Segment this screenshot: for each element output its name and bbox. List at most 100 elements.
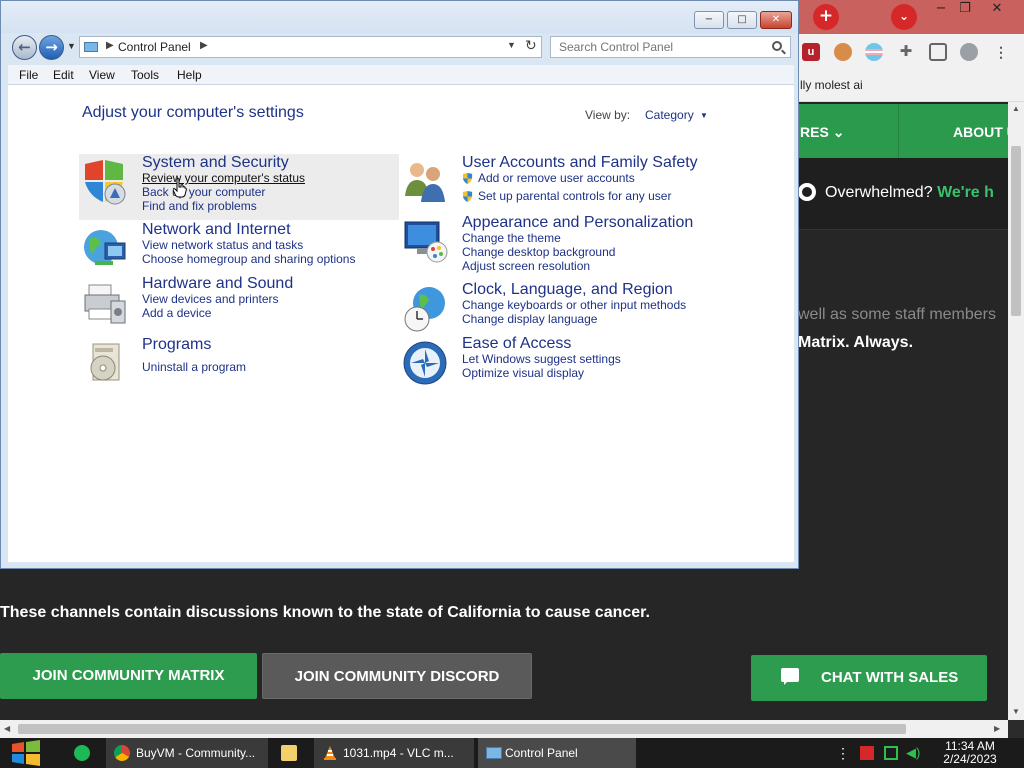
horizontal-scroll-thumb[interactable] [18, 724, 906, 734]
category-user-accounts[interactable]: User Accounts and Family Safety Add or r… [399, 154, 719, 216]
join-matrix-button[interactable]: JOIN COMMUNITY MATRIX [0, 653, 257, 699]
breadcrumb-chevron-icon[interactable]: ▶ [200, 40, 208, 51]
category-link[interactable]: Change desktop background [462, 245, 615, 259]
category-title[interactable]: Clock, Language, and Region [462, 281, 673, 299]
plus-icon[interactable]: + [813, 4, 839, 30]
category-title[interactable]: User Accounts and Family Safety [462, 154, 698, 172]
side-panel-icon[interactable] [929, 43, 947, 61]
category-link[interactable]: Uninstall a program [142, 360, 246, 374]
scroll-left-icon[interactable]: ◀ [4, 724, 10, 733]
back-button[interactable]: ← [12, 35, 37, 60]
category-programs[interactable]: Programs Uninstall a program [79, 336, 399, 398]
scroll-up-icon[interactable]: ▲ [1012, 104, 1020, 113]
category-link[interactable]: View devices and printers [142, 292, 279, 306]
vertical-scrollbar[interactable]: ▲ ▼ [1008, 102, 1024, 720]
window-titlebar[interactable]: − □ ✕ [1, 1, 798, 33]
taskbar-file-explorer[interactable] [272, 738, 308, 768]
maximize-button[interactable]: □ [727, 11, 757, 29]
taskbar-chrome[interactable]: BuyVM - Community... [106, 738, 268, 768]
minimize-button[interactable]: − [694, 11, 724, 29]
network-icon[interactable] [884, 746, 898, 760]
close-button[interactable]: ✕ [760, 11, 792, 29]
menu-file[interactable]: File [19, 68, 38, 82]
control-panel-content: Adjust your computer's settings View by:… [8, 85, 794, 562]
forward-button[interactable]: → [39, 35, 64, 60]
category-link[interactable]: Add a device [142, 306, 211, 320]
category-link[interactable]: Change display language [462, 312, 597, 326]
category-ease-of-access[interactable]: Ease of Access Let Windows suggest setti… [399, 335, 719, 397]
menu-help[interactable]: Help [177, 68, 202, 82]
category-title[interactable]: Programs [142, 336, 211, 354]
category-title[interactable]: System and Security [142, 154, 289, 172]
category-link[interactable]: Optimize visual display [462, 366, 584, 380]
refresh-icon[interactable]: ↻ [525, 38, 537, 54]
action-center-flag-icon[interactable] [860, 746, 874, 760]
category-link[interactable]: Change keyboards or other input methods [462, 298, 686, 312]
chevron-down-icon[interactable]: ▼ [700, 111, 708, 120]
chrome-close-button[interactable]: ✕ [982, 0, 1012, 20]
category-system-security[interactable]: System and Security Review your computer… [79, 154, 399, 220]
menu-bar: File Edit View Tools Help [8, 65, 794, 85]
category-clock-language-region[interactable]: Clock, Language, and Region Change keybo… [399, 281, 719, 343]
profile-icon[interactable] [960, 43, 978, 61]
menu-edit[interactable]: Edit [53, 68, 74, 82]
category-link[interactable]: Choose homegroup and sharing options [142, 252, 355, 266]
nav-divider [898, 104, 899, 158]
menu-view[interactable]: View [89, 68, 115, 82]
address-dropdown-icon[interactable]: ▼ [507, 40, 516, 50]
scroll-right-icon[interactable]: ▶ [994, 724, 1000, 733]
category-link[interactable]: Back up your computer [142, 185, 265, 199]
windows-start-icon[interactable] [10, 738, 42, 768]
category-network-internet[interactable]: Network and Internet View network status… [79, 221, 399, 283]
taskbar-vlc[interactable]: 1031.mp4 - VLC m... [314, 738, 474, 768]
category-title[interactable]: Appearance and Personalization [462, 214, 693, 232]
breadcrumb-control-panel[interactable]: Control Panel [118, 40, 191, 54]
recent-pages-dropdown[interactable]: ▼ [67, 41, 76, 51]
help-banner: Overwhelmed? We're h [798, 158, 1008, 230]
chevron-down-icon[interactable]: ⌄ [891, 4, 917, 30]
nav-item-about[interactable]: ABOUT U [953, 124, 1008, 140]
taskbar-app-spotify[interactable] [66, 738, 102, 768]
category-title[interactable]: Network and Internet [142, 221, 291, 239]
extension-avatar-icon[interactable] [834, 43, 852, 61]
clock-globe-icon [404, 287, 445, 332]
uac-shield-icon [462, 173, 473, 184]
system-clock[interactable]: 11:34 AM 2/24/2023 [934, 740, 1006, 766]
category-link[interactable]: Find and fix problems [142, 199, 257, 213]
category-link[interactable]: Change the theme [462, 231, 561, 245]
category-title[interactable]: Hardware and Sound [142, 275, 293, 293]
breadcrumb-chevron-icon[interactable]: ▶ [106, 40, 114, 51]
category-link[interactable]: Adjust screen resolution [462, 259, 590, 273]
search-box[interactable] [550, 36, 791, 58]
category-link[interactable]: Review your computer's status [142, 171, 305, 185]
volume-icon[interactable]: ◀) [906, 746, 920, 760]
category-link[interactable]: Set up parental controls for any user [462, 189, 671, 203]
menu-tools[interactable]: Tools [131, 68, 159, 82]
chrome-restore-button[interactable]: ❐ [950, 0, 980, 20]
category-link[interactable]: View network status and tasks [142, 238, 303, 252]
category-link[interactable]: Add or remove user accounts [462, 171, 635, 185]
ublock-icon[interactable]: u [802, 43, 820, 61]
horizontal-scrollbar[interactable]: ◀ ▶ [0, 720, 1008, 738]
tray-overflow-icon[interactable]: ⋮ [836, 746, 850, 760]
scroll-down-icon[interactable]: ▼ [1012, 707, 1020, 716]
help-banner-text[interactable]: Overwhelmed? We're h [825, 184, 994, 202]
search-icon[interactable] [772, 41, 782, 51]
vertical-scroll-thumb[interactable] [1011, 146, 1021, 316]
category-appearance[interactable]: Appearance and Personalization Change th… [399, 214, 719, 276]
taskbar-control-panel[interactable]: Control Panel [478, 738, 636, 768]
puzzle-icon[interactable]: ✚ [897, 43, 915, 61]
flag-extension-icon[interactable] [865, 43, 883, 61]
search-input[interactable] [559, 40, 759, 54]
navigation-bar: ← → ▼ ▶ Control Panel ▶ ▼ ↻ [1, 33, 798, 63]
view-by-select[interactable]: Category [645, 108, 694, 122]
bookmark-item[interactable]: lly molest ai [800, 78, 863, 92]
category-link[interactable]: Let Windows suggest settings [462, 352, 621, 366]
category-title[interactable]: Ease of Access [462, 335, 571, 353]
join-discord-button[interactable]: JOIN COMMUNITY DISCORD [262, 653, 532, 699]
chat-with-sales-button[interactable]: CHAT WITH SALES [751, 655, 987, 701]
address-bar[interactable]: ▶ Control Panel ▶ ▼ ↻ [79, 36, 542, 58]
more-menu-icon[interactable]: ⋮ [992, 43, 1010, 61]
nav-item-features[interactable]: RES ⌄ [800, 124, 844, 141]
category-hardware-sound[interactable]: Hardware and Sound View devices and prin… [79, 275, 399, 337]
